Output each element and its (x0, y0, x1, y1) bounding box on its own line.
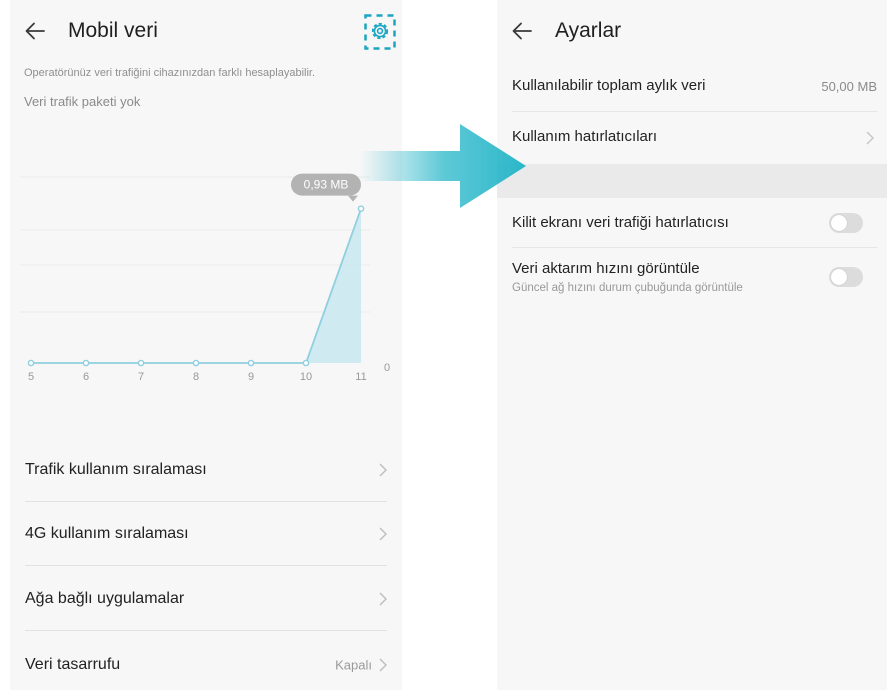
x-tick-label: 8 (193, 371, 199, 383)
usage-reminders-row[interactable]: Kullanım hatırlatıcıları (497, 112, 887, 164)
menu-item-label: Trafik kullanım sıralaması (25, 461, 207, 478)
show-speed-description: Güncel ağ hızını durum çubuğunda görüntü… (512, 282, 743, 294)
arrow-left-icon[interactable] (24, 20, 46, 42)
y-tick-label: 0 (384, 362, 390, 374)
data-point (302, 359, 310, 367)
data-point (247, 359, 255, 367)
x-tick-label: 7 (138, 371, 144, 383)
no-package-text: Veri trafik paketi yok (24, 94, 141, 109)
menu-item-label: Ağa bağlı uygulamalar (25, 590, 185, 607)
section-gap (497, 164, 887, 198)
chevron-right-icon (379, 463, 387, 477)
chevron-right-icon (379, 592, 387, 606)
show-speed-label: Veri aktarım hızını görüntüle (512, 260, 700, 277)
lockscreen-reminder-toggle[interactable] (829, 213, 863, 233)
menu-item-4g-ranking[interactable]: 4G kullanım sıralaması (10, 502, 402, 566)
chevron-right-icon (379, 527, 387, 541)
x-tick-label: 11 (355, 371, 366, 383)
monthly-data-limit-row[interactable]: Kullanılabilir toplam aylık veri 50,00 M… (497, 62, 887, 112)
value-callout: 0,93 MB (291, 173, 361, 202)
data-point (27, 359, 35, 367)
page-title: Ayarlar (555, 19, 622, 42)
lockscreen-reminder-label: Kilit ekranı veri trafiği hatırlatıcısı (512, 214, 729, 231)
settings-button[interactable] (364, 14, 396, 50)
monthly-limit-label: Kullanılabilir toplam aylık veri (512, 77, 706, 94)
transition-arrow (360, 124, 526, 208)
x-tick-label: 5 (28, 371, 34, 383)
menu-item-networked-apps[interactable]: Ağa bağlı uygulamalar (10, 567, 402, 631)
x-tick-label: 6 (83, 371, 89, 383)
settings-screen: Ayarlar Kullanılabilir toplam aylık veri… (497, 0, 887, 690)
data-point (192, 359, 200, 367)
show-speed-toggle[interactable] (829, 267, 863, 287)
callout-label: 0,93 MB (304, 178, 349, 192)
usage-chart: 5 6 7 8 9 10 11 0 0,93 MB (20, 173, 390, 383)
chevron-right-icon (379, 658, 387, 672)
monthly-limit-value: 50,00 MB (821, 79, 877, 94)
divider (25, 565, 387, 566)
chevron-right-icon (866, 131, 874, 145)
data-point (82, 359, 90, 367)
mobile-data-screen: Mobil veri Operatörünüz veri trafiğini c… (10, 0, 402, 690)
toggle-knob (831, 269, 847, 285)
x-tick-label: 10 (300, 371, 312, 383)
menu-item-label: Veri tasarrufu (25, 656, 121, 673)
operator-note: Operatörünüz veri trafiğini cihazınızdan… (24, 67, 316, 79)
reminders-label: Kullanım hatırlatıcıları (512, 128, 658, 145)
page-title: Mobil veri (68, 19, 158, 42)
show-speed-row[interactable]: Veri aktarım hızını görüntüle Güncel ağ … (497, 248, 887, 306)
gear-icon (371, 22, 389, 40)
header: Mobil veri (10, 0, 402, 62)
menu-item-label: 4G kullanım sıralaması (25, 525, 189, 542)
data-point (137, 359, 145, 367)
usage-line (31, 208, 362, 364)
menu-item-traffic-ranking[interactable]: Trafik kullanım sıralaması (10, 438, 402, 502)
toggle-knob (831, 215, 847, 231)
data-saver-status: Kapalı (335, 657, 372, 673)
divider (25, 630, 387, 631)
arrow-left-icon[interactable] (511, 20, 533, 42)
x-tick-label: 9 (248, 371, 254, 383)
lockscreen-reminder-row[interactable]: Kilit ekranı veri trafiği hatırlatıcısı (497, 198, 887, 248)
menu-item-data-saver[interactable]: Veri tasarrufu Kapalı (10, 633, 402, 690)
header: Ayarlar (497, 0, 887, 62)
